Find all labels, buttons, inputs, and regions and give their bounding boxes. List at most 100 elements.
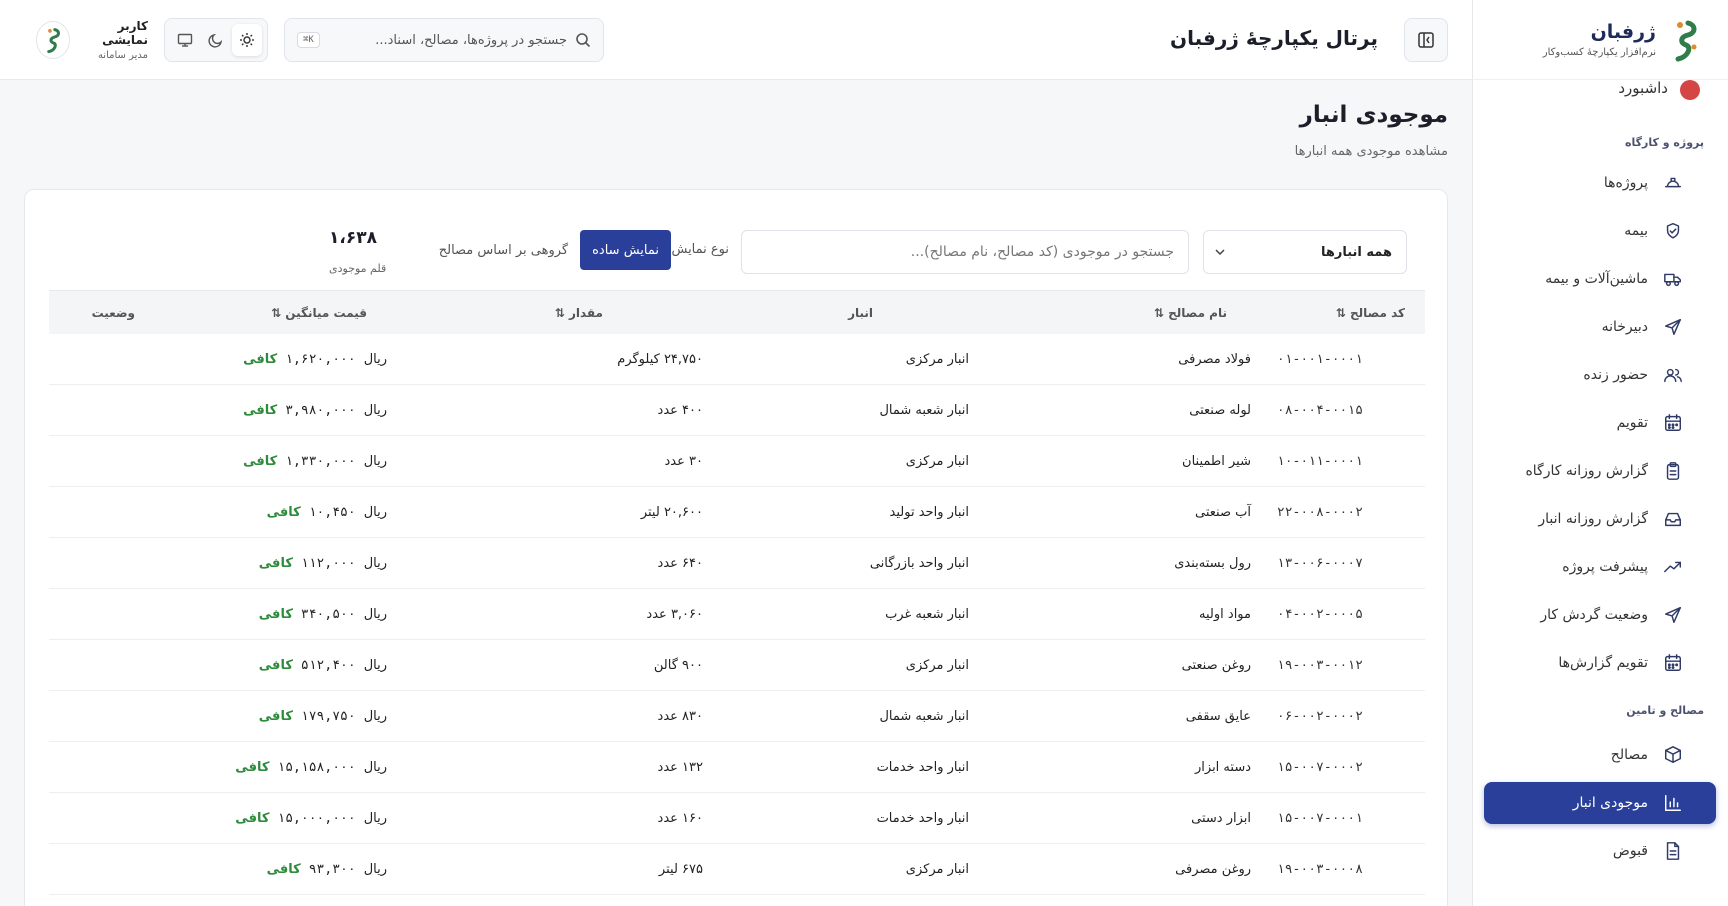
search-icon bbox=[576, 33, 591, 48]
status-badge: کافی bbox=[235, 760, 270, 775]
sidebar-item-machinery[interactable]: ماشین‌آلات و بیمه bbox=[1484, 258, 1716, 300]
table-row[interactable]: ۰۱-۰۰۱-۰۰۰۱ فولاد مصرفی انبار مرکزی ۲۴,۷۵۰ … bbox=[49, 334, 1425, 385]
price-value: ۳۴۰,۵۰۰ bbox=[300, 607, 356, 622]
system-theme-button[interactable] bbox=[170, 24, 200, 56]
cell-name: عایق سقفی bbox=[1185, 709, 1251, 724]
currency-label: ریال bbox=[363, 709, 387, 724]
send-icon bbox=[1662, 604, 1684, 626]
cell-code: ۰۸-۰۰۴-۰۰۱۵ bbox=[1276, 403, 1363, 418]
sidebar-item-workflow-status[interactable]: وضعیت گردش کار bbox=[1484, 594, 1716, 636]
status-badge: کافی bbox=[243, 403, 278, 418]
section-projects-heading: پروژه و کارگاه bbox=[1624, 136, 1704, 149]
inventory-card: همه انبارها جستجو در موجودی (کد مصالح، ن… bbox=[24, 189, 1448, 906]
file-icon bbox=[1662, 840, 1684, 862]
portal-title: پرتال یکپارچهٔ ژرفبان bbox=[1170, 26, 1378, 50]
price-value: ۱,۶۲۰,۰۰۰ bbox=[285, 352, 356, 367]
currency-label: ریال bbox=[363, 556, 387, 571]
table-row[interactable]: ۲۲-۰۰۸-۰۰۰۲ آب صنعتی انبار واحد تولید ۲۰,۶۰… bbox=[49, 487, 1425, 538]
cell-warehouse: انبار مرکزی bbox=[905, 658, 969, 673]
global-search-placeholder: جستجو در پروژه‌ها، مصالح، اسناد... bbox=[375, 32, 567, 48]
table-row[interactable]: ۱۰-۰۱۱-۰۰۰۱ شیر اطمینان انبار مرکزی ۳۰ عدد ر… bbox=[49, 436, 1425, 487]
status-badge: کافی bbox=[258, 709, 293, 724]
table-row[interactable]: ۱۹-۰۰۳-۰۰۱۲ روغن صنعتی انبار مرکزی ۹۰۰ گالن… bbox=[49, 640, 1425, 691]
cell-quantity: ۴۰۰ عدد bbox=[657, 403, 703, 418]
cell-quantity: ۲۴,۷۵۰ کیلوگرم bbox=[617, 352, 703, 367]
table-row[interactable]: ۰۸-۰۰۴-۰۰۱۵ لوله صنعتی انبار شعبه شمال ۴۰۰ … bbox=[49, 385, 1425, 436]
simple-view-button[interactable]: نمایش ساده bbox=[580, 230, 671, 270]
cell-code: ۱۰-۰۱۱-۰۰۰۱ bbox=[1276, 454, 1363, 469]
cell-name: روغن مصرفی bbox=[1175, 862, 1251, 877]
sidebar-item-project-progress[interactable]: پیشرفت پروژه bbox=[1484, 546, 1716, 588]
table-row[interactable]: ۱۹-۰۰۳-۰۰۰۸ روغن مصرفی انبار مرکزی ۶۷۵ لیتر… bbox=[49, 844, 1425, 895]
sidebar-item-site-daily-report[interactable]: گزارش روزانه کارگاه bbox=[1484, 450, 1716, 492]
dark-theme-button[interactable] bbox=[201, 24, 231, 56]
inventory-table: کد مصالح ⇅ نام مصالح ⇅ انبار مقدار ⇅ قیمت م… bbox=[49, 290, 1425, 895]
table-body: ۰۱-۰۰۱-۰۰۰۱ فولاد مصرفی انبار مرکزی ۲۴,۷۵۰ … bbox=[49, 334, 1425, 895]
header-code-label: کد مصالح bbox=[1349, 305, 1405, 320]
table-row[interactable]: ۰۴-۰۰۲-۰۰۰۵ مواد اولیه انبار شعبه غرب ۳,۰۶۰… bbox=[49, 589, 1425, 640]
currency-label: ریال bbox=[363, 658, 387, 673]
header-price[interactable]: قیمت میانگین ⇅ bbox=[271, 306, 367, 320]
table-row[interactable]: ۱۵-۰۰۷-۰۰۰۱ ابزار دستی انبار واحد خدمات ۱۶۰… bbox=[49, 793, 1425, 844]
cell-warehouse: انبار واحد خدمات bbox=[876, 811, 969, 826]
cell-name: ابزار دستی bbox=[1191, 811, 1251, 826]
shield-icon bbox=[1662, 220, 1684, 242]
table-row[interactable]: ۱۳-۰۰۶-۰۰۰۷ رول بسته‌بندی انبار واحد بازرگ… bbox=[49, 538, 1425, 589]
sidebar-item-dashboard[interactable]: داشبورد bbox=[1472, 80, 1728, 100]
user-menu[interactable]: کاربر نمایشی مدیر سامانه bbox=[36, 18, 148, 62]
inventory-search-input[interactable]: جستجو در موجودی (کد مصالح، نام مصالح)... bbox=[741, 230, 1189, 274]
sort-icon: ⇅ bbox=[1154, 305, 1165, 320]
warehouse-select-value: همه انبارها bbox=[1320, 244, 1392, 260]
table-row[interactable]: ۱۵-۰۰۷-۰۰۰۲ دسته ابزار انبار واحد خدمات ۱۳۲… bbox=[49, 742, 1425, 793]
table-header: کد مصالح ⇅ نام مصالح ⇅ انبار مقدار ⇅ قیمت م… bbox=[49, 290, 1425, 334]
grouped-view-button[interactable]: گروهی بر اساس مصالح bbox=[427, 230, 580, 270]
table-row[interactable]: ۰۶-۰۰۲-۰۰۰۲ عایق سقفی انبار شعبه شمال ۸۳۰ ع… bbox=[49, 691, 1425, 742]
cell-quantity: ۳,۰۶۰ عدد bbox=[646, 607, 703, 622]
header-code[interactable]: کد مصالح ⇅ bbox=[1336, 306, 1405, 320]
sidebar-item-projects[interactable]: پروژه‌ها bbox=[1484, 162, 1716, 204]
sidebar-item-insurance[interactable]: بیمه bbox=[1484, 210, 1716, 252]
sidebar-item-bills[interactable]: قبوض bbox=[1484, 830, 1716, 872]
users-icon bbox=[1662, 364, 1684, 386]
price-value: ۱۵,۱۵۸,۰۰۰ bbox=[277, 760, 356, 775]
cell-warehouse: انبار واحد خدمات bbox=[876, 760, 969, 775]
warehouse-select[interactable]: همه انبارها bbox=[1203, 230, 1407, 274]
cell-quantity: ۹۰۰ گالن bbox=[653, 658, 703, 673]
currency-label: ریال bbox=[363, 454, 387, 469]
sidebar-item-inventory[interactable]: موجودی انبار bbox=[1484, 782, 1716, 824]
cell-price: ریال ۱,۳۳۰,۰۰۰ کافی bbox=[243, 436, 387, 487]
price-value: ۳,۹۸۰,۰۰۰ bbox=[285, 403, 356, 418]
cell-name: روغن صنعتی bbox=[1181, 658, 1251, 673]
sidebar-item-live-attendance[interactable]: حضور زنده bbox=[1484, 354, 1716, 396]
sidebar-item-label: گزارش روزانه کارگاه bbox=[1525, 463, 1648, 479]
sidebar-toggle-button[interactable] bbox=[1404, 18, 1448, 62]
brand-logo-icon bbox=[1675, 20, 1697, 61]
sidebar-item-label: وضعیت گردش کار bbox=[1540, 607, 1648, 623]
light-theme-button[interactable] bbox=[232, 24, 263, 56]
sidebar-item-calendar[interactable]: تقویم bbox=[1484, 402, 1716, 444]
cell-code: ۰۶-۰۰۲-۰۰۰۲ bbox=[1276, 709, 1363, 724]
view-mode-label: نوع نمایش: bbox=[667, 242, 729, 257]
top-header: پرتال یکپارچهٔ ژرفبان جستجو در پروژه‌ها،… bbox=[0, 0, 1472, 80]
sidebar: ژرفبان نرم‌افزار یکپارچهٔ کسب‌وکار داشبو… bbox=[1472, 0, 1728, 906]
sidebar-item-label: تقویم bbox=[1616, 415, 1648, 431]
brand[interactable]: ژرفبان نرم‌افزار یکپارچهٔ کسب‌وکار bbox=[1473, 0, 1728, 80]
sidebar-item-reports-calendar[interactable]: تقویم گزارش‌ها bbox=[1484, 642, 1716, 684]
status-badge: کافی bbox=[258, 607, 293, 622]
cell-name: دسته ابزار bbox=[1195, 760, 1251, 775]
sidebar-item-warehouse-daily-report[interactable]: گزارش روزانه انبار bbox=[1484, 498, 1716, 540]
truck-icon bbox=[1662, 268, 1684, 290]
cell-warehouse: انبار شعبه شمال bbox=[879, 403, 969, 418]
cell-warehouse: انبار شعبه شمال bbox=[879, 709, 969, 724]
header-name[interactable]: نام مصالح ⇅ bbox=[1154, 306, 1227, 320]
inventory-search-placeholder: جستجو در موجودی (کد مصالح، نام مصالح)... bbox=[910, 244, 1174, 260]
trend-icon bbox=[1662, 556, 1684, 578]
price-value: ۱۵,۰۰۰,۰۰۰ bbox=[277, 811, 356, 826]
sidebar-item-materials[interactable]: مصالح bbox=[1484, 734, 1716, 776]
sidebar-item-secretariat[interactable]: دبیرخانه bbox=[1484, 306, 1716, 348]
global-search-input[interactable]: جستجو در پروژه‌ها، مصالح، اسناد... K⌘ bbox=[284, 18, 604, 62]
status-badge: کافی bbox=[235, 811, 270, 826]
cell-name: آب صنعتی bbox=[1195, 505, 1251, 520]
header-status: وضعیت bbox=[92, 306, 135, 320]
header-quantity[interactable]: مقدار ⇅ bbox=[555, 306, 603, 320]
